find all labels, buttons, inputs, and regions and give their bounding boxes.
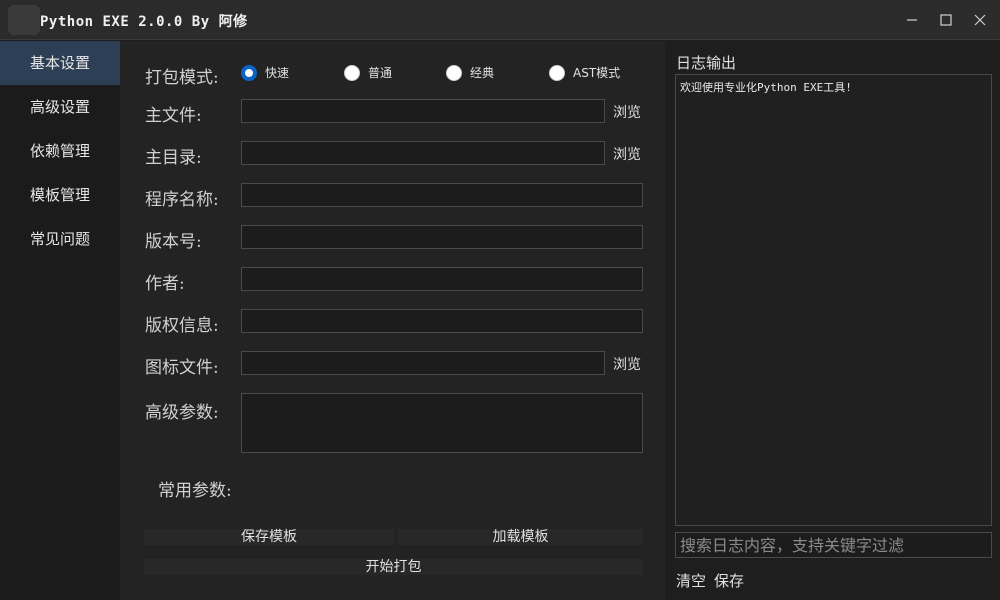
- advanced-params-textarea[interactable]: [241, 393, 643, 453]
- icon-file-browse-button[interactable]: 浏览: [613, 354, 641, 374]
- log-line: 欢迎使用专业化Python EXE工具!: [680, 81, 852, 94]
- main-file-label: 主文件:: [145, 106, 202, 126]
- close-icon: [974, 14, 986, 26]
- minimize-button[interactable]: [894, 0, 930, 40]
- radio-indicator: [549, 64, 565, 81]
- version-label: 版本号:: [145, 232, 202, 252]
- window-title: Python EXE 2.0.0 By 阿修: [40, 14, 248, 30]
- title-bar: Python EXE 2.0.0 By 阿修: [0, 0, 1000, 40]
- author-input[interactable]: [241, 267, 643, 291]
- app-icon: [8, 5, 40, 35]
- pack-mode-label: 打包模式:: [145, 68, 219, 88]
- radio-indicator: [241, 64, 257, 81]
- sidebar-item-advanced-settings[interactable]: 高级设置: [0, 85, 120, 129]
- maximize-icon: [940, 14, 952, 26]
- sidebar-item-basic-settings[interactable]: 基本设置: [0, 41, 120, 85]
- main-file-browse-button[interactable]: 浏览: [613, 102, 641, 122]
- minimize-icon: [907, 19, 917, 21]
- program-name-label: 程序名称:: [145, 190, 219, 210]
- main-dir-input[interactable]: [241, 141, 605, 165]
- main-form: 打包模式: 快速 普通 经典 AST模式 主文件: 浏览 主目录: 浏览 程序名…: [120, 41, 665, 600]
- radio-label: 普通: [368, 66, 393, 80]
- sidebar: 基本设置 高级设置 依赖管理 模板管理 常见问题: [0, 41, 120, 600]
- advanced-params-label: 高级参数:: [145, 403, 219, 423]
- common-params-label: 常用参数:: [158, 481, 232, 501]
- log-title: 日志输出: [676, 54, 737, 72]
- close-button[interactable]: [962, 0, 998, 40]
- radio-indicator: [446, 64, 462, 81]
- main-dir-label: 主目录:: [145, 148, 202, 168]
- radio-label: 快速: [265, 66, 290, 80]
- sidebar-item-template-management[interactable]: 模板管理: [0, 173, 120, 217]
- copyright-input[interactable]: [241, 309, 643, 333]
- radio-label: 经典: [470, 66, 495, 80]
- main-file-input[interactable]: [241, 99, 605, 123]
- clear-log-button[interactable]: 清空: [676, 570, 706, 591]
- save-log-button[interactable]: 保存: [714, 570, 744, 591]
- icon-file-label: 图标文件:: [145, 358, 219, 378]
- sidebar-item-dependency-management[interactable]: 依赖管理: [0, 129, 120, 173]
- sidebar-item-faq[interactable]: 常见问题: [0, 217, 120, 261]
- log-output[interactable]: 欢迎使用专业化Python EXE工具!: [675, 74, 992, 526]
- version-input[interactable]: [241, 225, 643, 249]
- radio-mode-ast[interactable]: AST模式: [549, 64, 620, 81]
- maximize-button[interactable]: [928, 0, 964, 40]
- log-search-input[interactable]: [675, 532, 992, 558]
- radio-mode-fast[interactable]: 快速: [241, 64, 289, 81]
- radio-indicator: [344, 64, 360, 81]
- radio-mode-normal[interactable]: 普通: [344, 64, 392, 81]
- program-name-input[interactable]: [241, 183, 643, 207]
- radio-label: AST模式: [573, 66, 621, 80]
- start-pack-button[interactable]: 开始打包: [144, 559, 643, 575]
- main-dir-browse-button[interactable]: 浏览: [613, 144, 641, 164]
- icon-file-input[interactable]: [241, 351, 605, 375]
- radio-mode-classic[interactable]: 经典: [446, 64, 494, 81]
- copyright-label: 版权信息:: [145, 316, 219, 336]
- load-template-button[interactable]: 加载模板: [398, 529, 643, 545]
- log-panel: 日志输出 欢迎使用专业化Python EXE工具! 清空 保存: [665, 41, 1000, 600]
- save-template-button[interactable]: 保存模板: [144, 529, 394, 545]
- author-label: 作者:: [145, 274, 185, 294]
